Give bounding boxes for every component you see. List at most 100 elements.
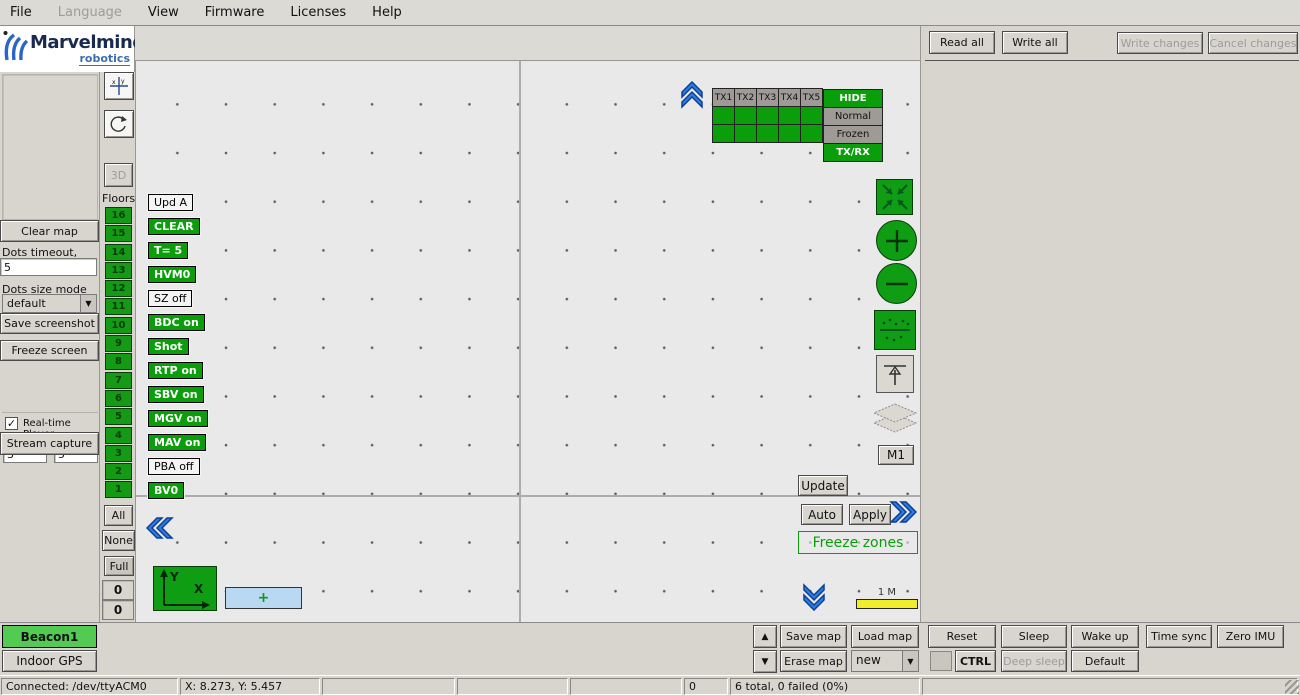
floor-button-1[interactable]: 1 [105, 481, 132, 498]
expand-down-chevron-icon[interactable] [801, 583, 825, 611]
tx-button-normal[interactable]: Normal [823, 107, 883, 126]
menu-item-firmware[interactable]: Firmware [205, 5, 265, 20]
tx-button-frozen[interactable]: Frozen [823, 125, 883, 144]
map-button-pba-off[interactable]: PBA off [148, 458, 200, 475]
map-button-sbv-on[interactable]: SBV on [148, 386, 204, 403]
wake-up-button[interactable]: Wake up [1071, 625, 1139, 648]
tx-grid-cell[interactable] [756, 106, 779, 125]
zoom-out-button[interactable] [876, 263, 917, 304]
floor-button-15[interactable]: 15 [105, 225, 132, 242]
update-button[interactable]: Update [798, 475, 848, 496]
m1-button[interactable]: M1 [878, 445, 914, 465]
floor-button-2[interactable]: 2 [105, 463, 132, 480]
clear-map-button[interactable]: Clear map [0, 220, 99, 242]
erase-map-button[interactable]: Erase map [780, 650, 847, 672]
tx-column-tx1[interactable]: TX1 [712, 88, 735, 107]
write-all-button[interactable]: Write all [1002, 31, 1068, 54]
ctrl-checkbox[interactable] [930, 651, 952, 671]
stream-capture-button[interactable]: Stream capture [0, 432, 99, 455]
ctrl-button[interactable]: CTRL [955, 650, 996, 672]
reset-button[interactable]: Reset [928, 625, 996, 648]
tx-grid-cell[interactable] [778, 124, 801, 143]
map-button-bv0[interactable]: BV0 [148, 482, 184, 499]
add-submap-button[interactable]: + [225, 587, 302, 609]
tx-grid-cell[interactable] [734, 106, 757, 125]
tx-grid-cell[interactable] [734, 124, 757, 143]
floor-button-3[interactable]: 3 [105, 445, 132, 462]
map-button-t-5[interactable]: T= 5 [148, 242, 188, 259]
tx-grid-cell[interactable] [756, 124, 779, 143]
time-sync-button[interactable]: Time sync [1146, 625, 1212, 648]
floors-none-button[interactable]: None [102, 530, 135, 551]
floor-button-11[interactable]: 11 [105, 298, 132, 315]
dots-timeout-input[interactable] [0, 258, 97, 276]
map-button-rtp-on[interactable]: RTP on [148, 362, 203, 379]
dropdown-arrow-icon[interactable]: ▼ [80, 295, 96, 312]
tx-column-tx2[interactable]: TX2 [734, 88, 757, 107]
indoor-gps-tab[interactable]: Indoor GPS [2, 650, 97, 672]
dots-display-button[interactable] [874, 310, 916, 350]
map-button-bdc-on[interactable]: BDC on [148, 314, 205, 331]
floor-button-7[interactable]: 7 [105, 372, 132, 389]
map-canvas[interactable]: TX1TX2TX3TX4TX5 HIDENormalFrozenTX/RX Up… [135, 60, 920, 622]
collapse-up-chevron-icon[interactable] [681, 81, 705, 109]
tx-grid-cell[interactable] [800, 124, 823, 143]
floor-button-14[interactable]: 14 [105, 244, 132, 261]
read-all-button[interactable]: Read all [929, 31, 995, 54]
floor-button-12[interactable]: 12 [105, 280, 132, 297]
tx-grid-cell[interactable] [712, 124, 735, 143]
dots-size-mode-dropdown[interactable]: default ▼ [2, 294, 97, 313]
tx-grid-cell[interactable] [778, 106, 801, 125]
floor-button-6[interactable]: 6 [105, 390, 132, 407]
tx-grid-cell[interactable] [712, 106, 735, 125]
apply-button[interactable]: Apply [849, 504, 891, 525]
map-button-hvm0[interactable]: HVM0 [148, 266, 196, 283]
floor-button-13[interactable]: 13 [105, 262, 132, 279]
zero-imu-button[interactable]: Zero IMU [1217, 625, 1284, 648]
floors-all-button[interactable]: All [104, 505, 133, 526]
tx-button-hide[interactable]: HIDE [823, 89, 883, 108]
save-map-button[interactable]: Save map [780, 625, 847, 648]
load-map-button[interactable]: Load map [851, 625, 919, 648]
map-button-clear[interactable]: CLEAR [148, 218, 200, 235]
auto-button[interactable]: Auto [801, 504, 843, 525]
floor-button-9[interactable]: 9 [105, 335, 132, 352]
layers-button[interactable] [872, 400, 918, 442]
rotate-map-button[interactable] [104, 110, 134, 138]
menu-item-licenses[interactable]: Licenses [290, 5, 346, 20]
axis-orientation-widget[interactable]: Y X [153, 566, 217, 611]
floor-button-10[interactable]: 10 [105, 317, 132, 334]
zoom-in-button[interactable] [876, 220, 917, 261]
devices-scroll-up-button[interactable]: ▲ [753, 625, 777, 648]
map-button-upd-a[interactable]: Upd A [148, 194, 193, 211]
menu-item-view[interactable]: View [148, 5, 179, 20]
map-button-mav-on[interactable]: MAV on [148, 434, 206, 451]
sleep-button[interactable]: Sleep [1001, 625, 1067, 648]
map-button-sz-off[interactable]: SZ off [148, 290, 192, 307]
tx-column-tx3[interactable]: TX3 [756, 88, 779, 107]
beacon-tab[interactable]: Beacon1 [2, 625, 97, 648]
menu-item-help[interactable]: Help [372, 5, 402, 20]
upload-button[interactable] [876, 355, 914, 393]
floors-full-button[interactable]: Full [104, 556, 134, 576]
tx-grid-cell[interactable] [800, 106, 823, 125]
fit-to-screen-button[interactable] [876, 179, 913, 215]
tx-column-tx5[interactable]: TX5 [800, 88, 823, 107]
realtime-player-checkbox[interactable]: ✓ [5, 417, 18, 430]
freeze-screen-button[interactable]: Freeze screen [0, 340, 99, 361]
freeze-zones-button[interactable]: Freeze zones [798, 531, 918, 554]
dropdown-arrow-icon[interactable]: ▼ [902, 651, 918, 671]
default-button[interactable]: Default [1071, 650, 1139, 672]
map-select-dropdown[interactable]: new ▼ [851, 650, 919, 672]
collapse-left-chevron-icon[interactable] [146, 515, 174, 539]
map-button-mgv-on[interactable]: MGV on [148, 410, 208, 427]
menu-item-file[interactable]: File [10, 5, 32, 20]
floor-button-4[interactable]: 4 [105, 427, 132, 444]
save-screenshot-button[interactable]: Save screenshot [0, 313, 99, 334]
floor-button-8[interactable]: 8 [105, 353, 132, 370]
floor-button-16[interactable]: 16 [105, 207, 132, 224]
resize-grip[interactable] [1285, 680, 1299, 694]
floor-button-5[interactable]: 5 [105, 408, 132, 425]
tx-button-tx-rx[interactable]: TX/RX [823, 143, 883, 162]
map-button-shot[interactable]: Shot [148, 338, 189, 355]
